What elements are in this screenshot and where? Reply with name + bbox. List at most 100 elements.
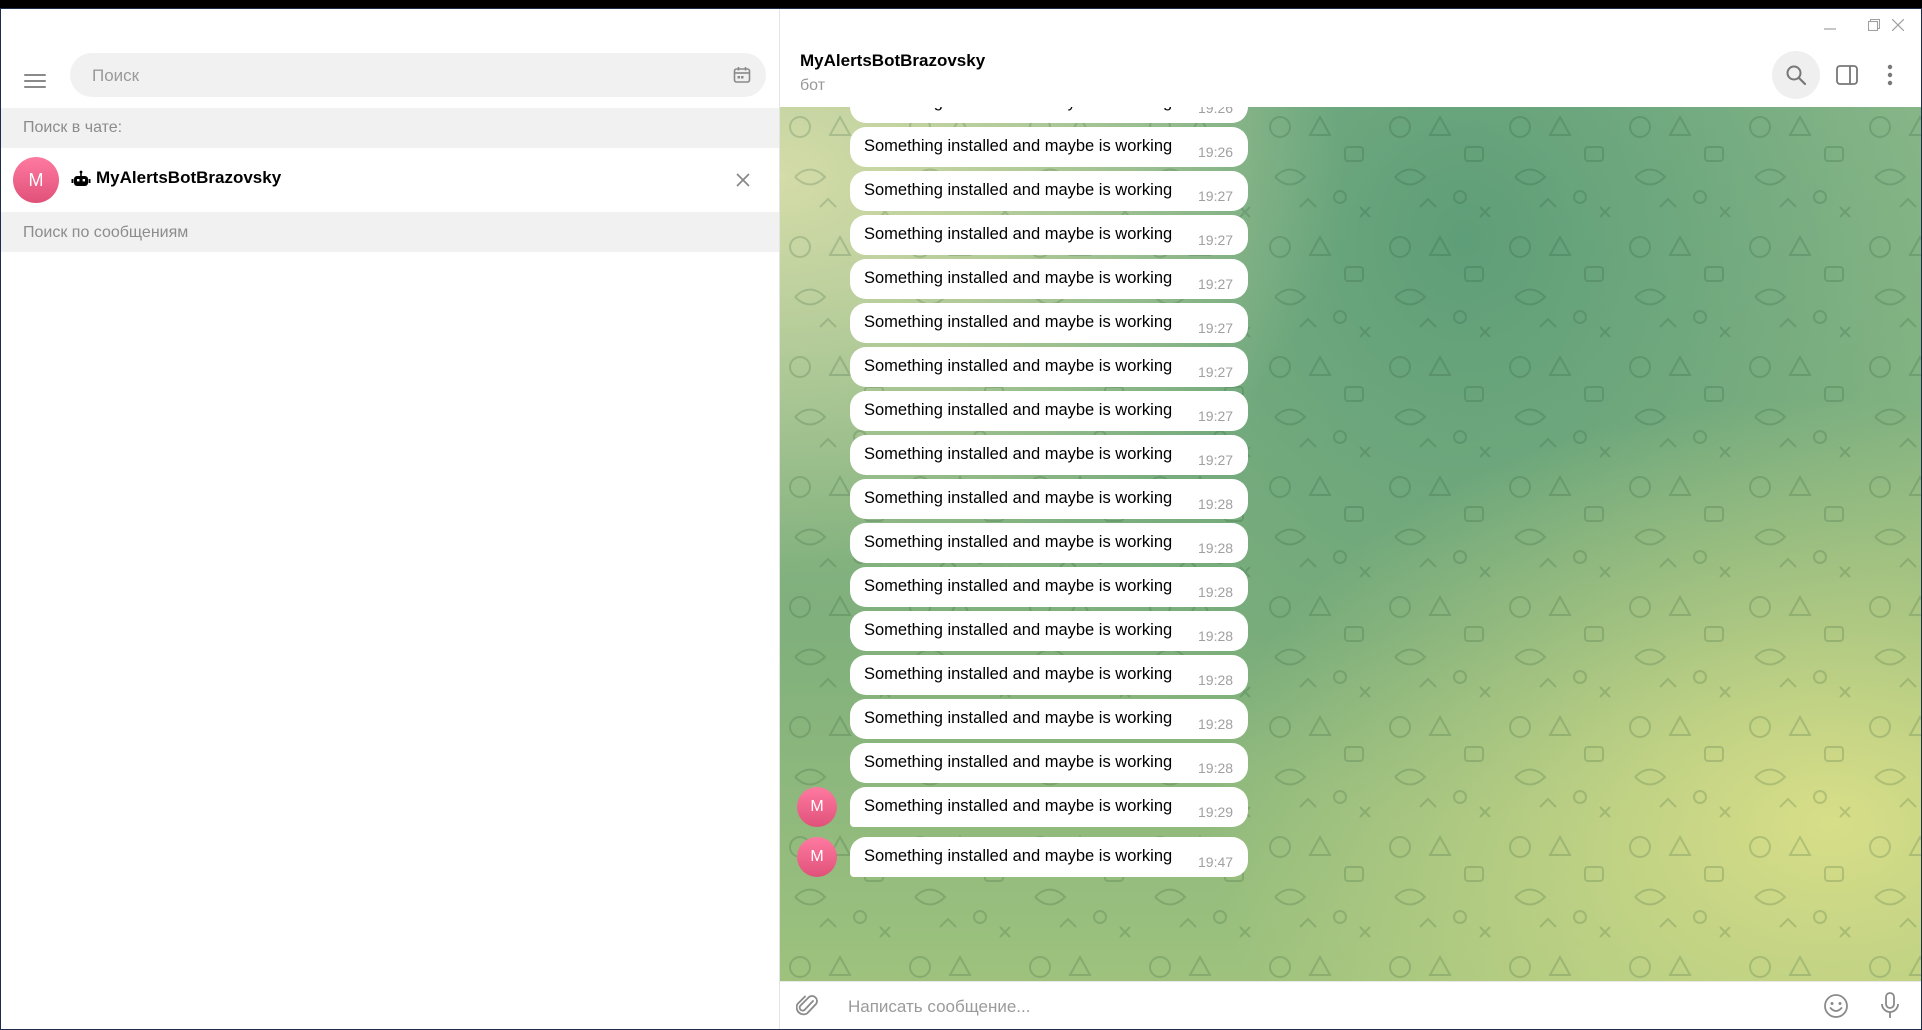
message-time: 19:27 — [1198, 452, 1234, 468]
message-input[interactable] — [846, 990, 1750, 1024]
message-time: 19:26 — [1198, 144, 1234, 160]
search-input[interactable] — [90, 53, 694, 99]
calendar-icon — [733, 67, 751, 83]
search-in-chat-button[interactable] — [1772, 51, 1820, 99]
more-vertical-icon — [1887, 64, 1893, 86]
sender-avatar[interactable]: M — [797, 787, 837, 827]
search-box — [70, 53, 766, 99]
message-bubble[interactable]: Something installed and maybe is working… — [850, 699, 1248, 739]
message-text: Something installed and maybe is working — [864, 577, 1173, 595]
microphone-icon — [1881, 992, 1899, 1018]
message-area[interactable]: Something installed and maybe is working… — [780, 107, 1921, 981]
avatar-letter: M — [28, 169, 44, 190]
attach-button[interactable] — [792, 990, 824, 1022]
search-messages-section-header: Поиск по сообщениям — [1, 212, 779, 252]
message-bubble[interactable]: Something installed and maybe is working… — [850, 215, 1248, 255]
message-time: 19:47 — [1198, 854, 1234, 870]
message-text: Something installed and maybe is working — [864, 489, 1173, 507]
message-time: 19:28 — [1198, 716, 1234, 732]
message-bubble[interactable]: Something installed and maybe is working… — [850, 107, 1248, 123]
message-time: 19:27 — [1198, 232, 1234, 248]
message-time: 19:28 — [1198, 672, 1234, 688]
message-time: 19:28 — [1198, 760, 1234, 776]
message-time: 19:27 — [1198, 408, 1234, 424]
message-text: Something installed and maybe is working — [864, 621, 1173, 639]
message-text: Something installed and maybe is working — [864, 181, 1173, 199]
message-time: 19:26 — [1198, 107, 1234, 116]
message-time: 19:27 — [1198, 276, 1234, 292]
message-text: Something installed and maybe is working — [864, 847, 1173, 865]
close-icon — [736, 173, 750, 187]
message-time: 19:27 — [1198, 188, 1234, 204]
message-bubble[interactable]: Something installed and maybe is working… — [850, 523, 1248, 563]
message-bubble[interactable]: Something installed and maybe is working… — [850, 171, 1248, 211]
more-options-button[interactable] — [1870, 51, 1910, 99]
paperclip-icon — [796, 995, 818, 1016]
message-bubble[interactable]: Something installed and maybe is working… — [850, 611, 1248, 651]
emoji-button[interactable] — [1820, 990, 1852, 1022]
message-text: Something installed and maybe is working — [864, 533, 1173, 551]
telegram-window: Поиск в чате: M MyAlertsBotBrazovsky — [0, 8, 1922, 1030]
message-bubble[interactable]: Something installed and maybe is working… — [850, 655, 1248, 695]
message-text: Something installed and maybe is working — [864, 269, 1173, 287]
clear-chat-filter-button[interactable] — [729, 166, 757, 194]
window-close-icon — [1892, 19, 1904, 31]
message-text: Something installed and maybe is working — [864, 401, 1173, 419]
message-bubble[interactable]: Something installed and maybe is working… — [850, 347, 1248, 387]
chat-title: MyAlertsBotBrazovsky — [800, 51, 986, 70]
left-panel: Поиск в чате: M MyAlertsBotBrazovsky — [1, 9, 780, 1029]
avatar-letter: M — [810, 798, 824, 815]
message-text: Something installed and maybe is working — [864, 709, 1173, 727]
search-chat-name: MyAlertsBotBrazovsky — [96, 168, 282, 187]
message-time: 19:28 — [1198, 628, 1234, 644]
message-text: Something installed and maybe is working — [864, 357, 1173, 375]
minimize-button[interactable] — [1808, 9, 1852, 41]
message-bubble[interactable]: Something installed and maybe is working… — [850, 479, 1248, 519]
message-bubble[interactable]: Something installed and maybe is working… — [850, 127, 1248, 167]
message-time: 19:27 — [1198, 364, 1234, 380]
message-time: 19:29 — [1198, 804, 1234, 820]
sidebar-toggle-icon — [1836, 65, 1858, 85]
sender-avatar[interactable]: M — [797, 837, 837, 877]
message-text: Something installed and maybe is working — [864, 225, 1173, 243]
message-bubble[interactable]: Something installed and maybe is working… — [850, 787, 1248, 827]
voice-message-button[interactable] — [1874, 990, 1906, 1022]
hamburger-icon — [24, 74, 46, 88]
message-bubble[interactable]: Something installed and maybe is working… — [850, 743, 1248, 783]
message-time: 19:28 — [1198, 584, 1234, 600]
search-icon — [1786, 65, 1807, 86]
message-bubble[interactable]: Something installed and maybe is working… — [850, 837, 1248, 877]
minimize-icon — [1824, 28, 1836, 30]
search-messages-label: Поиск по сообщениям — [23, 224, 189, 241]
message-bubble[interactable]: Something installed and maybe is working… — [850, 567, 1248, 607]
avatar-letter: M — [810, 848, 824, 865]
screen-top-edge — [0, 0, 1922, 8]
menu-button[interactable] — [15, 55, 55, 107]
message-time: 19:28 — [1198, 496, 1234, 512]
toggle-side-panel-button[interactable] — [1823, 51, 1871, 99]
message-composer — [780, 981, 1921, 1029]
chat-header[interactable]: MyAlertsBotBrazovsky бот — [780, 41, 1921, 107]
message-text: Something installed and maybe is working — [864, 797, 1173, 815]
message-text: Something installed and maybe is working — [864, 137, 1173, 155]
message-text: Something installed and maybe is working — [864, 665, 1173, 683]
search-in-chat-section-header: Поиск в чате: — [1, 108, 779, 148]
search-in-chat-label: Поиск в чате: — [23, 119, 123, 136]
message-bubble[interactable]: Something installed and maybe is working… — [850, 259, 1248, 299]
search-chat-filter[interactable]: M MyAlertsBotBrazovsky — [1, 148, 779, 212]
message-text: Something installed and maybe is working — [864, 313, 1173, 331]
message-bubble[interactable]: Something installed and maybe is working… — [850, 435, 1248, 475]
chat-panel: MyAlertsBotBrazovsky бот 19:26 Something… — [780, 9, 1921, 1029]
window-close-button[interactable] — [1876, 9, 1920, 41]
message-bubble[interactable]: Something installed and maybe is working… — [850, 303, 1248, 343]
message-text: Something installed and maybe is working — [864, 445, 1173, 463]
avatar: M — [13, 157, 59, 203]
window-titlebar — [780, 9, 1921, 41]
message-time: 19:27 — [1198, 320, 1234, 336]
emoji-icon — [1824, 994, 1848, 1018]
message-text: Something installed and maybe is working — [864, 753, 1173, 771]
message-bubble[interactable]: Something installed and maybe is working… — [850, 391, 1248, 431]
bot-icon — [71, 170, 91, 186]
chat-subtitle: бот — [800, 77, 826, 94]
calendar-button[interactable] — [730, 63, 754, 87]
